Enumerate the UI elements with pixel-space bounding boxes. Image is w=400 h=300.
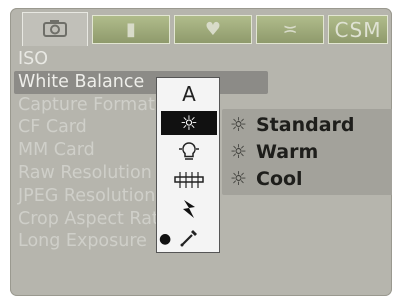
wb-option-manual[interactable]: ●	[159, 227, 217, 251]
selected-bullet: ●	[159, 231, 172, 247]
wb-option-auto[interactable]: A	[161, 82, 217, 106]
menu-item-iso[interactable]: ISO	[14, 48, 388, 71]
bulb-icon	[178, 140, 200, 165]
tab-setup[interactable]: ≍	[256, 15, 324, 44]
wb-option-auto-label: A	[182, 82, 196, 106]
playback-icon: ▮	[126, 18, 136, 40]
camera-icon	[42, 19, 68, 41]
white-balance-popup: A ☼ ●	[156, 77, 220, 253]
submenu-item-standard[interactable]: ☼ Standard	[230, 112, 355, 138]
white-balance-submenu: ☼ Standard ☼ Warm ☼ Cool	[222, 109, 392, 195]
fluorescent-icon	[174, 171, 204, 192]
setup-icon: ≍	[282, 18, 298, 40]
tab-playback[interactable]: ▮	[92, 15, 170, 44]
tab-custom[interactable]: ♥	[174, 15, 252, 44]
wb-option-fluorescent[interactable]	[161, 169, 217, 193]
sun-icon: ☼	[230, 168, 248, 190]
wb-option-daylight[interactable]: ☼	[161, 111, 217, 135]
submenu-item-warm[interactable]: ☼ Warm	[230, 139, 318, 165]
custom-icon: ♥	[204, 18, 222, 40]
wb-option-flash[interactable]	[161, 198, 217, 222]
tab-camera[interactable]	[22, 12, 88, 46]
tab-bar: ▮ ♥ ≍ CSM	[16, 12, 388, 48]
menu-item-white-balance[interactable]: White Balance	[14, 70, 268, 94]
submenu-item-label: Cool	[256, 168, 303, 190]
eyedropper-icon	[179, 228, 199, 251]
wb-option-tungsten[interactable]	[161, 140, 217, 164]
tab-csm-label: CSM	[334, 17, 382, 42]
submenu-item-cool[interactable]: ☼ Cool	[230, 166, 303, 192]
sun-icon: ☼	[230, 141, 248, 163]
flash-icon	[180, 198, 198, 223]
submenu-item-label: Standard	[256, 114, 355, 136]
sun-icon: ☼	[180, 111, 198, 135]
tab-csm[interactable]: CSM	[328, 15, 388, 44]
sun-icon: ☼	[230, 114, 248, 136]
camera-lcd-screen: ▮ ♥ ≍ CSM ISO White Balance Capture Form…	[10, 8, 392, 296]
submenu-item-label: Warm	[256, 141, 319, 163]
